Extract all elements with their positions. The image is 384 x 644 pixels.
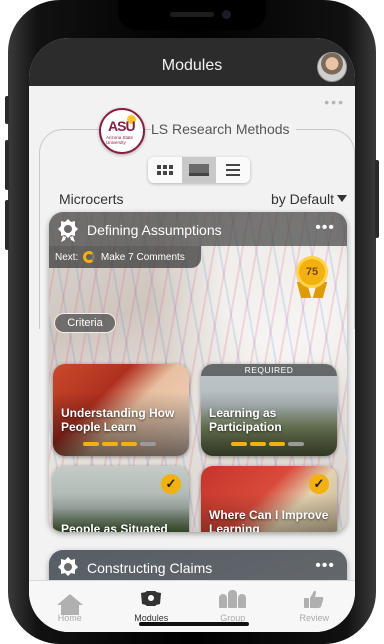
module-tile[interactable]: Understanding How People Learn — [53, 364, 189, 456]
module-progress — [83, 442, 156, 446]
volume-down-button — [5, 200, 9, 250]
power-button — [375, 160, 379, 238]
thumbs-up-icon — [304, 590, 324, 608]
tile-view-button[interactable] — [182, 157, 216, 183]
logo-subtext: Arizona State University — [106, 135, 134, 145]
card-more-icon[interactable]: ••• — [315, 219, 335, 237]
progress-ring-icon — [83, 251, 96, 263]
home-icon — [56, 593, 83, 615]
module-tile[interactable]: REQUIRED Learning as Participation — [201, 364, 337, 456]
module-tile[interactable]: ✓ People as Situated — [53, 466, 189, 532]
mute-switch — [5, 96, 9, 124]
sort-dropdown[interactable]: by Default — [271, 191, 347, 207]
view-toggle — [148, 157, 250, 183]
medal-icon — [58, 557, 78, 576]
course-title: LS Research Methods — [151, 121, 296, 137]
grid-icon — [157, 165, 173, 175]
home-indicator — [139, 622, 249, 626]
next-prefix: Next: — [55, 252, 79, 263]
phone-notch — [118, 0, 266, 30]
page-title: Modules — [161, 57, 223, 74]
section-label: Microcerts — [59, 191, 124, 207]
required-label: REQUIRED — [201, 364, 337, 376]
list-view-button[interactable] — [216, 157, 250, 183]
module-tile[interactable]: ✓ Where Can I Improve Learning — [201, 466, 337, 532]
chevron-down-icon — [337, 195, 347, 202]
tile-view-icon — [189, 164, 209, 176]
grid-view-button[interactable] — [148, 157, 182, 183]
top-bar: Modules — [29, 38, 355, 86]
module-label: Understanding How People Learn — [61, 406, 175, 434]
module-label: Where Can I Improve Learning — [209, 508, 329, 532]
microcert-card[interactable]: Defining Assumptions ••• Next: Make 7 Co… — [49, 212, 347, 532]
next-action-text: Make 7 Comments — [100, 252, 185, 263]
tab-label: Review — [299, 613, 329, 623]
more-options-icon[interactable]: ••• — [324, 94, 345, 110]
card-title: Constructing Claims — [87, 560, 213, 576]
tab-review[interactable]: Review — [274, 581, 356, 632]
next-action[interactable]: Next: Make 7 Comments — [49, 246, 201, 268]
modules-icon — [141, 591, 162, 606]
medal-icon — [58, 219, 78, 242]
app-screen: Modules ••• ASU Arizona State University… — [29, 38, 355, 632]
module-label: Learning as Participation — [209, 406, 282, 434]
checkmark-icon: ✓ — [309, 474, 329, 494]
logo-text: ASU — [108, 118, 136, 134]
criteria-button[interactable]: Criteria — [54, 313, 116, 333]
avatar[interactable] — [317, 52, 347, 82]
card-more-icon[interactable]: ••• — [315, 557, 335, 575]
sort-label: by Default — [270, 191, 334, 207]
volume-up-button — [5, 140, 9, 190]
badge-value: 75 — [296, 256, 328, 288]
card-header: Defining Assumptions ••• — [49, 212, 347, 246]
asu-logo: ASU Arizona State University — [99, 108, 145, 154]
list-icon — [226, 164, 240, 176]
tab-bar: Home Modules Group Review — [29, 580, 355, 632]
module-label: People as Situated — [61, 522, 168, 532]
card-header: Constructing Claims ••• — [49, 550, 347, 584]
checkmark-icon: ✓ — [161, 474, 181, 494]
module-progress — [231, 442, 304, 446]
group-icon — [219, 590, 247, 608]
progress-badge: 75 — [295, 256, 329, 300]
card-title: Defining Assumptions — [87, 222, 222, 238]
tab-label: Home — [57, 613, 82, 623]
tab-home[interactable]: Home — [29, 581, 111, 632]
